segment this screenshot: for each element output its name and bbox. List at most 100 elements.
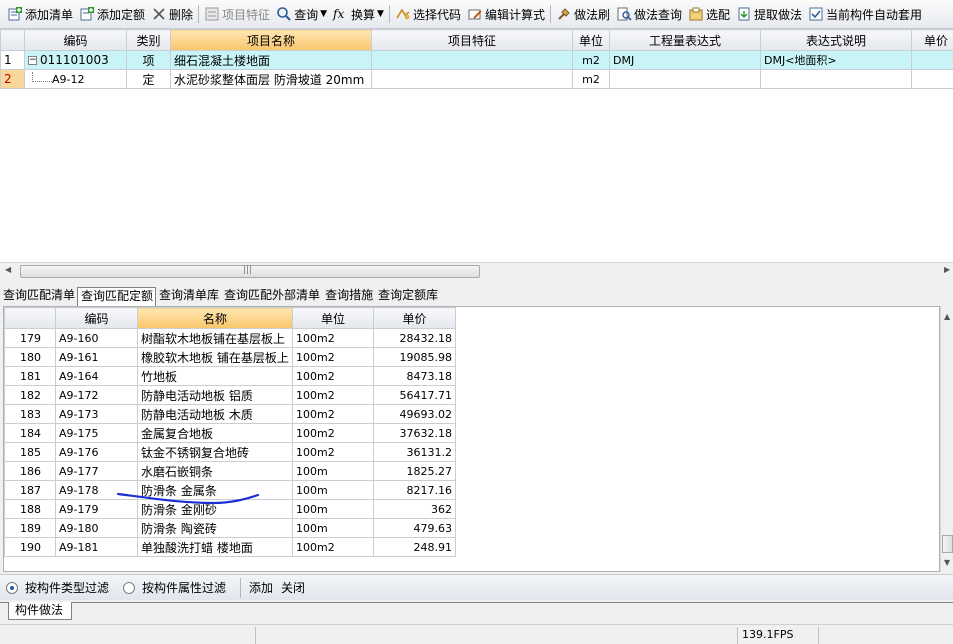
filter-by-attribute-option[interactable]: 按构件属性过滤 [123,579,226,596]
cell-name[interactable]: 金属复合地板 [137,423,293,443]
column-header-type[interactable]: 类别 [126,29,171,51]
cell-price[interactable] [911,69,953,89]
cell-unit[interactable]: 100m2 [292,366,374,386]
table-row[interactable]: 2 A9-12 定 水泥砂浆整体面层 防滑坡道 20mm m2 [0,69,953,89]
cell-unit[interactable]: 100m [292,518,374,538]
scrollbar-thumb[interactable] [942,535,953,553]
edit-formula-button[interactable]: 编辑计算式 [464,3,548,25]
tab-query-list-library[interactable]: 查询清单库 [156,287,221,306]
cell-name[interactable]: 橡胶软木地板 铺在基层板上 [137,347,293,367]
column-header-unit[interactable]: 单位 [292,307,374,329]
tab-query-match-quota[interactable]: 查询匹配定额 [77,287,157,306]
tab-query-external-list[interactable]: 查询匹配外部清单 [221,287,322,306]
horizontal-scrollbar[interactable]: ◀ ||| ▶ [0,262,953,279]
column-header-expression[interactable]: 工程量表达式 [609,29,761,51]
cell-code[interactable]: A9-176 [55,442,138,462]
cell-unit[interactable]: 100m2 [292,347,374,367]
cell-price[interactable] [911,50,953,70]
tab-query-match-list[interactable]: 查询匹配清单 [0,287,77,306]
table-row[interactable]: 183 A9-173 防静电活动地板 木质 100m2 49693.02 [4,404,456,424]
method-brush-button[interactable]: 做法刷 [553,3,613,25]
cell-type[interactable]: 项 [126,50,171,70]
cell-code[interactable]: A9-161 [55,347,138,367]
cell-type[interactable]: 定 [126,69,171,89]
cell-code[interactable]: A9-172 [55,385,138,405]
column-header-unit[interactable]: 单位 [572,29,610,51]
cell-price[interactable]: 37632.18 [373,423,456,443]
tab-query-measures[interactable]: 查询措施 [322,287,375,306]
cell-price[interactable]: 362 [373,499,456,519]
radio-selected-icon[interactable] [6,581,18,594]
cell-unit[interactable]: m2 [572,69,610,89]
table-row[interactable]: 180 A9-161 橡胶软木地板 铺在基层板上 100m2 19085.98 [4,347,456,367]
column-header-price[interactable]: 单价 [373,307,456,329]
cell-price[interactable]: 19085.98 [373,347,456,367]
add-list-button[interactable]: 添加清单 [4,3,76,25]
cell-unit[interactable]: 100m2 [292,328,374,348]
add-button[interactable]: 添加 [249,579,273,596]
table-row[interactable]: 182 A9-172 防静电活动地板 铝质 100m2 56417.71 [4,385,456,405]
column-header-price[interactable]: 单价 [911,29,953,51]
table-row[interactable]: 1 −011101003 项 细石混凝土楼地面 m2 DMJ DMJ<地面积> [0,50,953,70]
cell-unit[interactable]: 100m2 [292,442,374,462]
cell-code[interactable]: A9-12 [24,69,127,89]
table-row[interactable]: 188 A9-179 防滑条 金刚砂 100m 362 [4,499,456,519]
method-query-button[interactable]: 做法查询 [613,3,685,25]
cell-code[interactable]: A9-178 [55,480,138,500]
table-row[interactable]: 179 A9-160 树酯软木地板铺在基层板上 100m2 28432.18 [4,328,456,348]
cell-feature[interactable] [371,69,573,89]
cell-code[interactable]: A9-175 [55,423,138,443]
cell-code[interactable]: A9-160 [55,328,138,348]
table-row[interactable]: 186 A9-177 水磨石嵌铜条 100m 1825.27 [4,461,456,481]
delete-button[interactable]: 删除 [148,3,196,25]
cell-unit[interactable]: 100m2 [292,537,374,557]
cell-unit[interactable]: m2 [572,50,610,70]
cell-unit[interactable]: 100m [292,499,374,519]
match-button[interactable]: 选配 [685,3,733,25]
scrollbar-thumb[interactable]: ||| [20,265,480,278]
cell-unit[interactable]: 100m2 [292,404,374,424]
cell-feature[interactable] [371,50,573,70]
cell-unit[interactable]: 100m2 [292,423,374,443]
table-row[interactable]: 181 A9-164 竹地板 100m2 8473.18 [4,366,456,386]
cell-expression[interactable]: DMJ [609,50,761,70]
cell-price[interactable]: 479.63 [373,518,456,538]
column-header-expression-desc[interactable]: 表达式说明 [760,29,912,51]
cell-code[interactable]: A9-180 [55,518,138,538]
column-header-feature[interactable]: 项目特征 [371,29,573,51]
cell-name[interactable]: 树酯软木地板铺在基层板上 [137,328,293,348]
cell-unit[interactable]: 100m [292,480,374,500]
cell-expression[interactable] [609,69,761,89]
cell-unit[interactable]: 100m [292,461,374,481]
cell-code[interactable]: A9-164 [55,366,138,386]
cell-code[interactable]: A9-173 [55,404,138,424]
cell-name[interactable]: 竹地板 [137,366,293,386]
cell-name[interactable]: 细石混凝土楼地面 [170,50,372,70]
column-header-name[interactable]: 名称 [137,307,293,329]
filter-by-type-option[interactable]: 按构件类型过滤 [6,579,109,596]
tab-component-method[interactable]: 构件做法 [8,602,73,620]
add-quota-button[interactable]: 添加定额 [76,3,148,25]
column-header-code[interactable]: 编码 [24,29,127,51]
column-header-name[interactable]: 项目名称 [170,29,372,51]
table-row[interactable]: 185 A9-176 钛金不锈钢复合地砖 100m2 36131.2 [4,442,456,462]
cell-expression-desc[interactable] [760,69,912,89]
column-header-code[interactable]: 编码 [55,307,138,329]
cell-price[interactable]: 49693.02 [373,404,456,424]
project-feature-button[interactable]: 项目特征 [201,3,273,25]
cell-code[interactable]: A9-179 [55,499,138,519]
table-row[interactable]: 189 A9-180 防滑条 陶瓷砖 100m 479.63 [4,518,456,538]
select-code-button[interactable]: 选择代码 [392,3,464,25]
scroll-up-icon[interactable]: ▲ [944,312,950,321]
scroll-left-icon[interactable]: ◀ [5,265,11,274]
cell-price[interactable]: 8217.16 [373,480,456,500]
table-row[interactable]: 184 A9-175 金属复合地板 100m2 37632.18 [4,423,456,443]
convert-button[interactable]: fx 换算 ▼ [330,3,387,25]
auto-apply-button[interactable]: 当前构件自动套用 [805,3,925,25]
close-button[interactable]: 关闭 [281,579,305,596]
cell-name[interactable]: 水磨石嵌铜条 [137,461,293,481]
cell-name[interactable]: 防滑条 陶瓷砖 [137,518,293,538]
scroll-right-icon[interactable]: ▶ [944,265,950,274]
table-row[interactable]: 187 A9-178 防滑条 金属条 100m 8217.16 [4,480,456,500]
cell-code[interactable]: −011101003 [24,50,127,70]
